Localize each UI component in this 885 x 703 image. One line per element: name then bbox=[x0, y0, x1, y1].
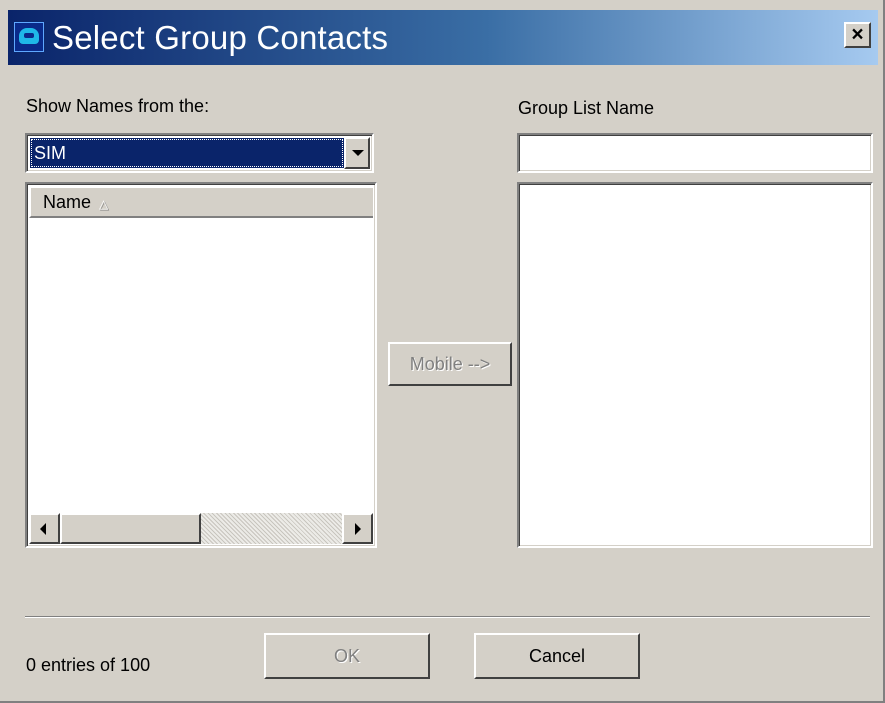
source-dropdown-value: SIM bbox=[30, 138, 344, 168]
group-list-name-input[interactable] bbox=[517, 133, 873, 173]
scroll-left-button[interactable] bbox=[29, 513, 60, 544]
name-column-label: Name bbox=[43, 192, 92, 212]
cancel-button[interactable]: Cancel bbox=[474, 633, 640, 679]
horizontal-scrollbar[interactable] bbox=[29, 513, 373, 544]
ok-button[interactable]: OK bbox=[264, 633, 430, 679]
dropdown-button[interactable] bbox=[344, 137, 370, 169]
arrow-right-icon bbox=[355, 523, 361, 535]
select-group-contacts-dialog: Select Group Contacts × Show Names from … bbox=[0, 0, 885, 703]
chevron-down-icon bbox=[352, 150, 364, 156]
title-bar[interactable]: Select Group Contacts bbox=[8, 10, 878, 65]
group-list-name-label: Group List Name bbox=[518, 98, 655, 118]
close-button[interactable]: × bbox=[844, 22, 871, 48]
mobile-add-button[interactable]: Mobile --> bbox=[388, 342, 512, 386]
sort-ascending-icon: △ bbox=[99, 197, 109, 211]
window-title: Select Group Contacts bbox=[52, 19, 389, 56]
scrollbar-thumb[interactable] bbox=[60, 513, 201, 544]
entries-count-text: 0 entries of 100 bbox=[26, 655, 151, 675]
show-names-label: Show Names from the: bbox=[26, 96, 210, 116]
app-icon bbox=[14, 22, 44, 52]
group-members-list[interactable] bbox=[517, 182, 873, 548]
scroll-right-button[interactable] bbox=[342, 513, 373, 544]
arrow-left-icon bbox=[40, 523, 46, 535]
name-column-header[interactable]: Name △ bbox=[29, 186, 373, 218]
source-dropdown[interactable]: SIM bbox=[25, 133, 374, 173]
contacts-list[interactable]: Name △ bbox=[25, 182, 377, 548]
separator-line bbox=[25, 616, 870, 618]
